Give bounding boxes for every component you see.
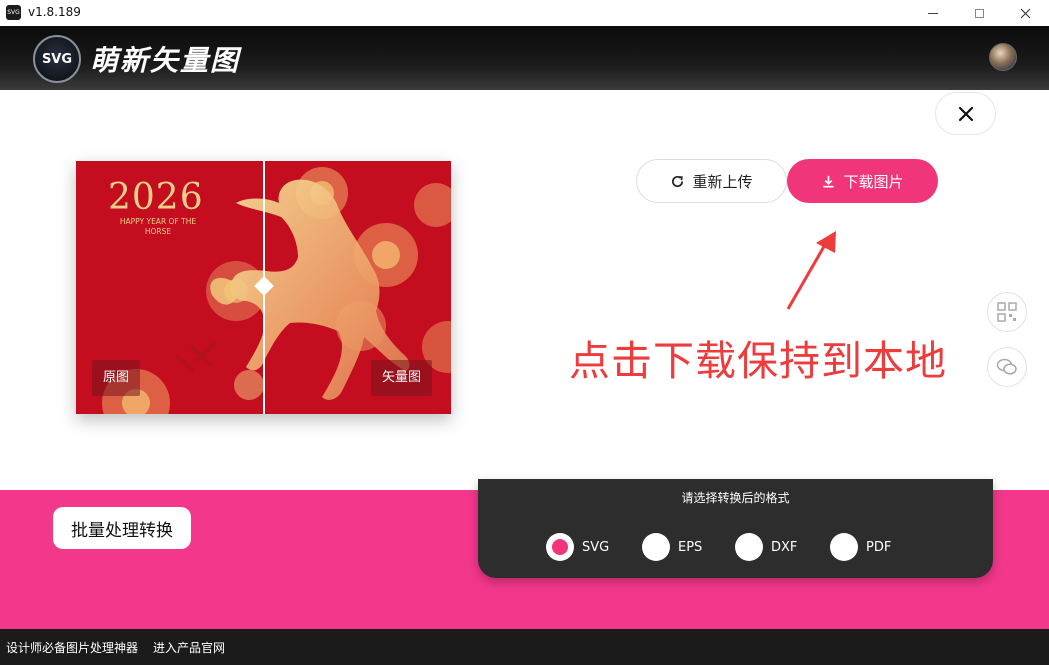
footer-website-link[interactable]: 进入产品官网 [153,639,225,656]
format-option-svg[interactable]: SVG [546,533,609,561]
preview-image: 2026 HAPPY YEAR OF THE HORSE 原图 矢量图 [76,161,451,414]
window-close-button[interactable] [1002,0,1048,26]
footer-tagline-link[interactable]: 设计师必备图片处理神器 [6,639,138,656]
wechat-button[interactable] [987,347,1027,387]
minimize-icon [928,12,938,14]
refresh-icon [672,175,684,187]
download-label: 下载图片 [843,172,904,191]
app-icon: SVG [6,5,21,20]
batch-convert-button[interactable]: 批量处理转换 [53,507,191,549]
format-label: DXF [771,539,798,555]
format-option-eps[interactable]: EPS [642,533,702,561]
radio-eps[interactable] [642,533,670,561]
format-label: EPS [678,539,703,555]
download-icon [823,175,835,187]
title-bar: SVG v1.8.189 [0,0,1049,26]
wechat-icon [996,358,1017,375]
reupload-label: 重新上传 [692,172,753,191]
format-option-dxf[interactable]: DXF [735,533,797,561]
app-logo: SVG [33,35,81,83]
close-button[interactable] [935,92,996,135]
preview-year: 2026 [108,177,204,218]
format-panel-title: 请选择转换后的格式 [681,491,790,505]
format-label: PDF [866,539,892,555]
radio-svg[interactable] [546,533,574,561]
vector-label: 矢量图 [371,360,433,396]
download-button[interactable]: 下载图片 [787,159,938,203]
maximize-button[interactable] [956,0,1002,26]
close-icon [1020,8,1030,18]
maximize-icon [974,8,984,18]
format-panel: 请选择转换后的格式 SVG EPS DXF PDF [478,479,993,578]
annotation-text: 点击下载保持到本地 [569,337,947,385]
app-name: 萌新矢量图 [90,44,241,77]
format-label: SVG [582,539,610,555]
qr-code-button[interactable] [987,292,1027,332]
user-avatar[interactable] [989,43,1017,71]
radio-pdf[interactable] [830,533,858,561]
radio-dxf[interactable] [735,533,763,561]
annotation-arrow-icon [786,231,836,310]
qr-code-icon [997,302,1017,322]
minimize-button[interactable] [910,0,956,26]
preview-greeting: HAPPY YEAR OF THE HORSE [119,217,197,236]
format-option-pdf[interactable]: PDF [830,533,891,561]
original-label: 原图 [92,360,141,396]
reupload-button[interactable]: 重新上传 [636,159,787,203]
app-header: SVG 萌新矢量图 [0,26,1049,90]
window-title: v1.8.189 [28,5,81,19]
footer: 设计师必备图片处理神器 进入产品官网 [0,629,1049,665]
close-icon [958,106,973,121]
